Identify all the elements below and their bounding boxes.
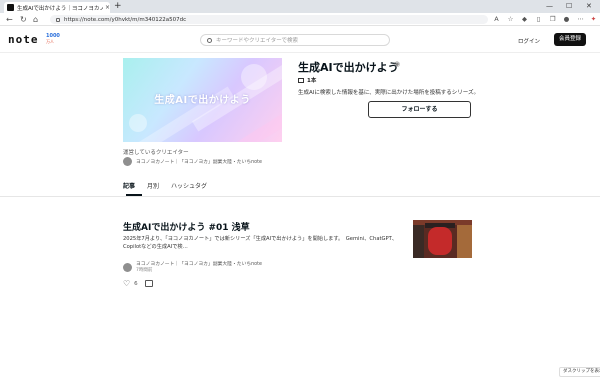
operator-row[interactable]: ヨコノヨカノート｜「ヨコノヨカ」副業大陸・たいちnote bbox=[123, 157, 262, 166]
tab-close-icon[interactable]: × bbox=[105, 4, 110, 11]
lantern-image bbox=[428, 227, 452, 255]
browser-toolbar: ← ↻ ⌂ https://note.com/y0hvkt/m/m340122a… bbox=[0, 13, 600, 26]
tabs-divider bbox=[0, 196, 600, 197]
magazine-description: 生成AIに検索した情報を基に、実際に出かけた場所を投稿するシリーズ。 bbox=[298, 90, 479, 96]
operator-label: 運営しているクリエイター bbox=[123, 150, 189, 156]
avatar[interactable] bbox=[123, 157, 132, 166]
search-icon bbox=[207, 37, 212, 43]
logo-badge-unit: 万人 bbox=[46, 39, 54, 44]
address-bar[interactable]: https://note.com/y0hvkt/m/m340122a507dc bbox=[50, 15, 488, 24]
like-count: 6 bbox=[134, 281, 138, 287]
author-avatar[interactable] bbox=[123, 263, 132, 272]
magazine-cover-image: 生成AIで出かけよう bbox=[123, 58, 282, 142]
tab-hashtag[interactable]: ハッシュタグ bbox=[171, 181, 207, 190]
article-excerpt[interactable]: 2025年7月より、「ヨコノヨカノート」では新シリーズ「生成AIで出かけよう」を… bbox=[123, 235, 407, 251]
cover-text: 生成AIで出かけよう bbox=[154, 95, 251, 106]
browser-window: 生成AIで出かけよう｜ヨコノヨカノート × + — ☐ ✕ ← ↻ ⌂ http… bbox=[0, 0, 600, 382]
back-icon[interactable]: ← bbox=[6, 14, 13, 25]
extension-icon[interactable]: ◆ bbox=[520, 15, 529, 24]
tab-title: 生成AIで出かけよう｜ヨコノヨカノート bbox=[17, 5, 103, 12]
article-author[interactable]: ヨコノヨカノート｜「ヨコノヨカ」副業大陸・たいちnote 7時間前 bbox=[123, 262, 262, 273]
article-title[interactable]: 生成AIで出かけよう #01 浅草 bbox=[123, 220, 250, 233]
login-link[interactable]: ログイン bbox=[518, 37, 540, 45]
rss-icon[interactable]: ◉ bbox=[394, 61, 401, 68]
search-input[interactable]: キーワードやクリエイターで検索 bbox=[200, 34, 390, 46]
follow-button[interactable]: フォローする bbox=[368, 101, 471, 118]
note-favicon-icon bbox=[7, 4, 14, 11]
article-count: 1本 bbox=[298, 76, 316, 84]
operator-name[interactable]: ヨコノヨカノート｜「ヨコノヨカ」副業大陸・たいちnote bbox=[136, 158, 262, 165]
home-icon[interactable]: ⌂ bbox=[33, 14, 38, 25]
book-icon bbox=[298, 77, 304, 83]
magazine-title: 生成AIで出かけよう bbox=[298, 61, 399, 74]
favorite-star-icon[interactable]: ☆ bbox=[506, 15, 515, 24]
more-menu-icon[interactable]: ⋯ bbox=[576, 15, 585, 24]
site-header: note 1000 万人 キーワードやクリエイターで検索 ログイン 会員登録 bbox=[0, 27, 600, 53]
add-to-magazine-icon[interactable] bbox=[145, 280, 153, 287]
maximize-button[interactable]: ☐ bbox=[566, 1, 572, 12]
lock-icon bbox=[56, 17, 60, 22]
like-button[interactable]: ♡ 6 bbox=[123, 280, 138, 288]
search-placeholder: キーワードやクリエイターで検索 bbox=[216, 38, 298, 44]
magazine-tabs: 記事 月別 ハッシュタグ bbox=[123, 181, 219, 190]
copilot-icon[interactable]: ✦ bbox=[589, 15, 598, 24]
tab-articles[interactable]: 記事 bbox=[123, 181, 135, 190]
url-text: https://note.com/y0hvkt/m/m340122a507dc bbox=[64, 16, 187, 23]
article-thumbnail[interactable] bbox=[413, 220, 472, 258]
split-screen-icon[interactable]: ▯ bbox=[534, 15, 543, 24]
post-time: 7時間前 bbox=[136, 268, 153, 273]
heart-icon[interactable]: ♡ bbox=[123, 280, 130, 288]
new-tab-button[interactable]: + bbox=[114, 1, 122, 12]
desktop-clip-chip[interactable]: ダスクリップを表示 bbox=[559, 367, 600, 377]
browser-tab[interactable]: 生成AIで出かけよう｜ヨコノヨカノート × bbox=[4, 2, 110, 13]
refresh-icon[interactable]: ↻ bbox=[20, 14, 27, 25]
tab-monthly[interactable]: 月別 bbox=[147, 181, 159, 190]
collections-icon[interactable]: ❐ bbox=[548, 15, 557, 24]
logo-badge: 1000 万人 bbox=[46, 33, 60, 45]
article-count-text: 1本 bbox=[307, 78, 317, 84]
note-logo[interactable]: note bbox=[8, 33, 39, 46]
window-close-button[interactable]: ✕ bbox=[586, 1, 592, 12]
signup-button[interactable]: 会員登録 bbox=[554, 33, 586, 46]
read-aloud-icon[interactable]: A bbox=[492, 15, 501, 24]
tab-strip: 生成AIで出かけよう｜ヨコノヨカノート × + — ☐ ✕ bbox=[0, 0, 600, 13]
profile-icon[interactable]: ● bbox=[562, 15, 571, 24]
minimize-button[interactable]: — bbox=[546, 1, 553, 12]
